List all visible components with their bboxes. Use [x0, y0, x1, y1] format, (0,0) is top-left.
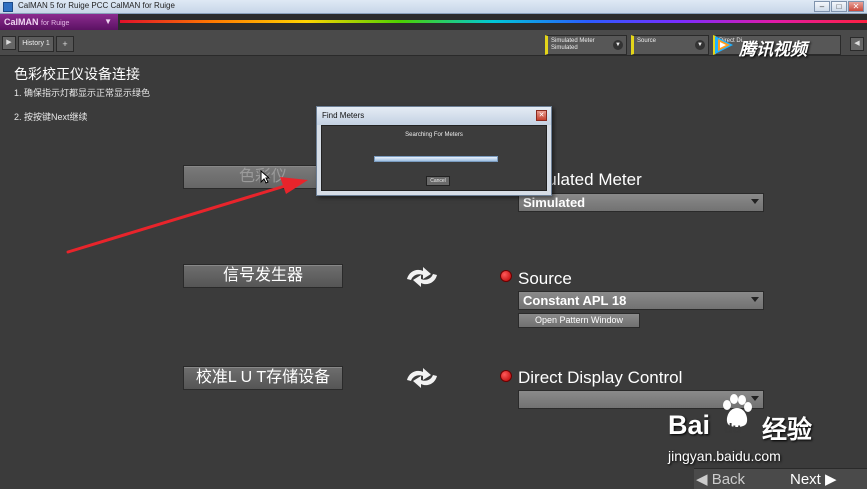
search-progress-fill — [375, 157, 497, 161]
brand-menu-button[interactable]: CalMAN for Ruige ▼ — [0, 14, 118, 30]
instruction-step-2: 2. 按按键Next继续 — [14, 112, 88, 122]
find-meters-dialog: Find Meters ✕ Searching For Meters Cance… — [316, 106, 552, 196]
sidebar-toggle-button[interactable]: ▶ — [2, 36, 16, 50]
chevron-down-icon: ▼ — [104, 17, 112, 26]
source-status-dot — [500, 270, 512, 282]
app-icon — [3, 2, 13, 12]
meter-device-selector[interactable]: Simulated Meter Simulated ▼ — [545, 35, 627, 55]
brand-row: CalMAN for Ruige ▼ — [0, 14, 867, 30]
close-button[interactable]: ✕ — [848, 1, 864, 12]
source-device-selector[interactable]: Source ▼ — [631, 35, 709, 55]
minimize-button[interactable]: – — [814, 1, 830, 12]
mouse-cursor-icon — [260, 170, 270, 184]
add-tab-button[interactable]: + — [56, 36, 74, 52]
instruction-step-1: 1. 确保指示灯都显示正常显示绿色 — [14, 88, 151, 98]
maximize-button[interactable]: □ — [831, 1, 847, 12]
brand-name: CalMAN — [4, 17, 39, 27]
source-select-value: Constant APL 18 — [523, 293, 627, 308]
baidu-text-bai: Bai — [668, 410, 711, 440]
dialog-cancel-button[interactable]: Cancel — [426, 176, 450, 186]
title-bar: CalMAN 5 for Ruige PCC CalMAN for Ruige … — [0, 0, 867, 14]
chevron-down-icon: ▼ — [695, 40, 705, 50]
meter-select-value: Simulated — [523, 195, 586, 210]
search-progress-bar — [374, 156, 498, 162]
tencent-video-watermark: 腾讯视频 — [712, 33, 842, 59]
baidu-text-jingyan: 经验 — [762, 416, 813, 444]
dialog-body: Searching For Meters Cancel — [321, 125, 547, 191]
dialog-title: Find Meters — [317, 107, 551, 125]
sync-arrows-icon — [407, 267, 437, 287]
sync-arrows-icon — [407, 368, 437, 388]
chevron-down-icon — [751, 297, 759, 302]
back-button[interactable]: ◀ Back — [696, 471, 776, 489]
page-title: 色彩校正仪设备连接 — [14, 66, 140, 82]
tencent-video-text: 腾讯视频 — [739, 40, 807, 59]
display-label: Direct Display Control — [518, 368, 683, 387]
brand-suffix: for Ruige — [41, 20, 70, 27]
open-pattern-window-button[interactable]: Open Pattern Window — [518, 313, 640, 328]
source-label: Source — [518, 269, 572, 288]
meter-select[interactable]: Simulated — [518, 193, 764, 212]
display-connect-button[interactable]: 校准L U T存储设备 — [183, 366, 343, 390]
wizard-nav-bar: ◀ Back Next ▶ — [694, 468, 867, 489]
next-button[interactable]: Next ▶ — [790, 471, 866, 489]
tencent-video-logo-icon — [715, 36, 733, 54]
window-title: CalMAN 5 for Ruige PCC CalMAN for Ruige — [18, 1, 175, 10]
baidu-url: jingyan.baidu.com — [668, 448, 781, 464]
chevron-down-icon: ▼ — [613, 40, 623, 50]
next-panel-button[interactable]: ◀ — [850, 37, 864, 51]
rainbow-divider — [120, 20, 867, 23]
baidu-text-du: du — [724, 420, 742, 436]
dialog-message: Searching For Meters — [405, 132, 463, 138]
baidu-watermark: Bai du 经验 jingyan.baidu.com — [668, 394, 867, 468]
chevron-down-icon — [751, 199, 759, 204]
source-connect-button[interactable]: 信号发生器 — [183, 264, 343, 288]
tab-history-1[interactable]: History 1 — [18, 36, 54, 52]
display-status-dot — [500, 370, 512, 382]
dialog-close-button[interactable]: ✕ — [536, 110, 547, 121]
source-select[interactable]: Constant APL 18 — [518, 291, 764, 310]
